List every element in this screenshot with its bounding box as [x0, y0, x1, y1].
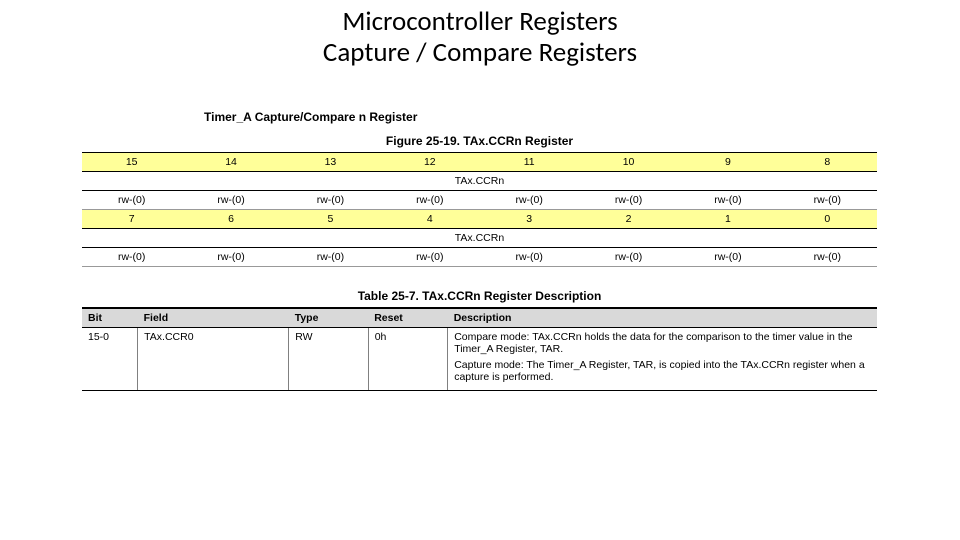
title-line-1: Microcontroller Registers: [0, 6, 960, 37]
datasheet-excerpt: Timer_A Capture/Compare n Register Figur…: [82, 110, 877, 391]
hdr-type: Type: [289, 308, 369, 328]
bit-diagram-table: 15 14 13 12 11 10 9 8 TAx.CCRn rw-(0) rw…: [82, 152, 877, 267]
section-heading: Timer_A Capture/Compare n Register: [204, 110, 877, 124]
hdr-bit: Bit: [82, 308, 138, 328]
figure-caption: Figure 25-19. TAx.CCRn Register: [82, 134, 877, 148]
bit-access-high: rw-(0) rw-(0) rw-(0) rw-(0) rw-(0) rw-(0…: [82, 191, 877, 210]
cell-field: TAx.CCR0: [138, 328, 289, 391]
bit-label-low: TAx.CCRn: [82, 229, 877, 248]
desc-header-row: Bit Field Type Reset Description: [82, 308, 877, 328]
cell-reset: 0h: [368, 328, 448, 391]
title-line-2: Capture / Compare Registers: [0, 37, 960, 68]
hdr-field: Field: [138, 308, 289, 328]
bit-numbers-low: 7 6 5 4 3 2 1 0: [82, 210, 877, 229]
table-row: 15-0 TAx.CCR0 RW 0h Compare mode: TAx.CC…: [82, 328, 877, 391]
cell-bit: 15-0: [82, 328, 138, 391]
desc-paragraph-2: Capture mode: The Timer_A Register, TAR,…: [454, 359, 871, 383]
hdr-desc: Description: [448, 308, 877, 328]
bit-label-high: TAx.CCRn: [82, 172, 877, 191]
table-caption: Table 25-7. TAx.CCRn Register Descriptio…: [82, 289, 877, 303]
title-block: Microcontroller Registers Capture / Comp…: [0, 6, 960, 68]
hdr-reset: Reset: [368, 308, 448, 328]
desc-paragraph-1: Compare mode: TAx.CCRn holds the data fo…: [454, 331, 871, 355]
description-table: Bit Field Type Reset Description 15-0 TA…: [82, 307, 877, 391]
cell-type: RW: [289, 328, 369, 391]
cell-desc: Compare mode: TAx.CCRn holds the data fo…: [448, 328, 877, 391]
bit-numbers-high: 15 14 13 12 11 10 9 8: [82, 153, 877, 172]
bit-access-low: rw-(0) rw-(0) rw-(0) rw-(0) rw-(0) rw-(0…: [82, 248, 877, 267]
slide: Microcontroller Registers Capture / Comp…: [0, 0, 960, 540]
